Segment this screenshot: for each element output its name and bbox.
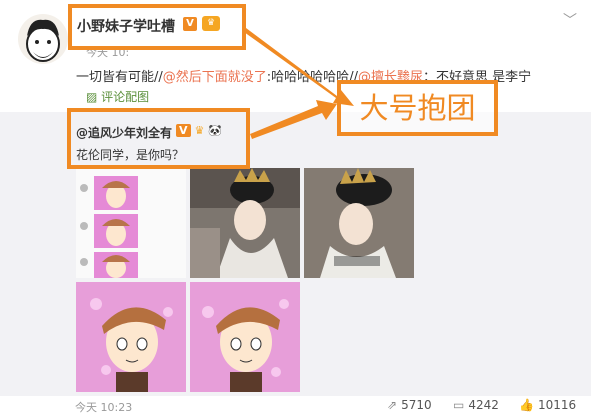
post-footer: 今天 10:23 ⇗ 5710 ▭ 4242 👍 10116 bbox=[0, 396, 591, 420]
text-part: :哈哈哈 bbox=[266, 70, 311, 85]
image-icon: ▨ bbox=[86, 90, 98, 104]
avatar[interactable] bbox=[18, 14, 68, 64]
cartoon-image[interactable] bbox=[190, 282, 300, 392]
highlight-box-author bbox=[68, 4, 246, 50]
chat-screenshot-graphic bbox=[76, 168, 186, 278]
comment-count: 4242 bbox=[468, 398, 499, 412]
comment-icon: ▭ bbox=[453, 398, 465, 412]
like-icon: 👍 bbox=[519, 398, 534, 412]
drama-photo-image[interactable] bbox=[304, 168, 414, 278]
drama-photo-image[interactable] bbox=[190, 168, 300, 278]
chat-screenshot-image[interactable] bbox=[76, 168, 186, 278]
drama-photo-graphic bbox=[304, 168, 414, 278]
repost-icon: ⇗ bbox=[387, 398, 398, 412]
comment-button[interactable]: ▭ 4242 bbox=[453, 398, 499, 412]
highlight-box-retweet-author bbox=[67, 108, 250, 169]
repost-count: 5710 bbox=[401, 398, 432, 412]
text-part: 一切皆有可能// bbox=[76, 70, 163, 85]
repost-button[interactable]: ⇗ 5710 bbox=[387, 398, 432, 412]
like-button[interactable]: 👍 10116 bbox=[519, 398, 576, 412]
comment-image-link[interactable]: ▨ 评论配图 bbox=[86, 88, 149, 105]
drama-photo-graphic bbox=[190, 168, 300, 278]
annotation-label: 大号抱团 bbox=[341, 84, 494, 132]
cartoon-image[interactable] bbox=[76, 282, 186, 392]
mention-link[interactable]: @然后下面就没了 bbox=[163, 70, 267, 85]
chevron-down-icon[interactable]: ﹀ bbox=[563, 10, 577, 30]
comment-image-label: 评论配图 bbox=[101, 90, 150, 104]
avatar-face-icon bbox=[26, 19, 60, 62]
cartoon-graphic bbox=[76, 282, 186, 392]
cartoon-graphic bbox=[190, 282, 300, 392]
like-count: 10116 bbox=[537, 398, 577, 412]
footer-time[interactable]: 今天 10:23 bbox=[75, 399, 132, 415]
